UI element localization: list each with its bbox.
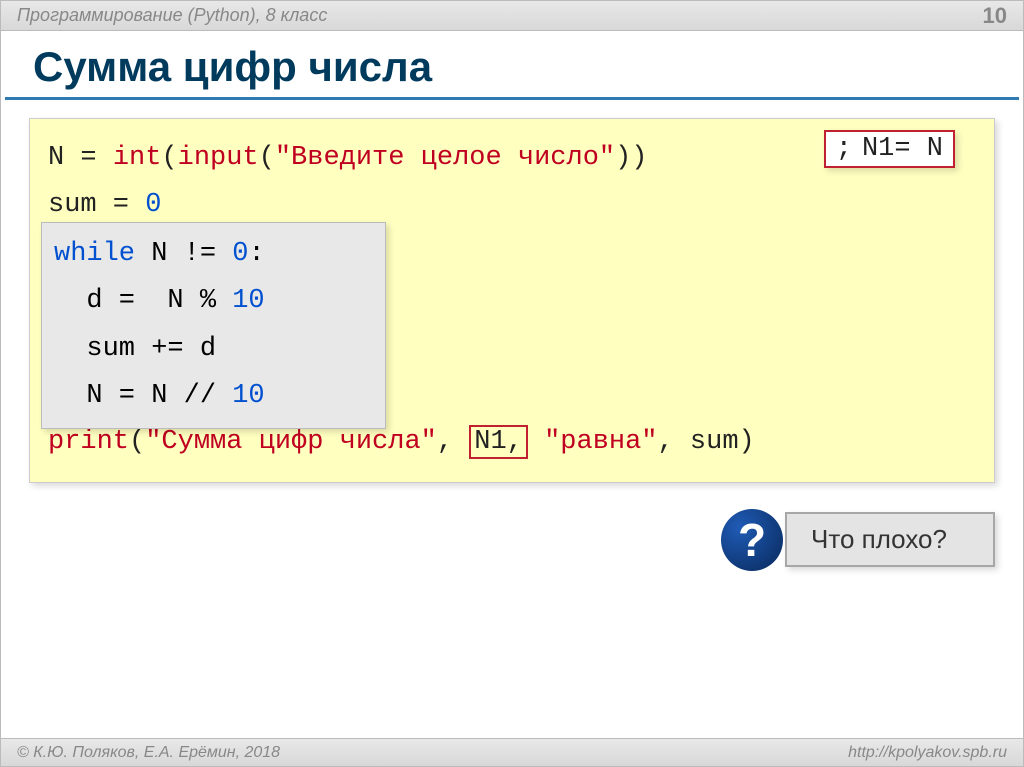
- slide-title: Сумма цифр числа: [5, 31, 1019, 100]
- header-subject: Программирование (Python), 8 класс: [17, 5, 327, 26]
- while-line-3: sum += d: [54, 326, 373, 373]
- while-line-4: N = N // 10: [54, 373, 373, 420]
- while-line-1: while N != 0:: [54, 231, 373, 278]
- while-line-2: d = N % 10: [54, 278, 373, 325]
- footer-copyright: © К.Ю. Поляков, Е.А. Ерёмин, 2018: [17, 744, 280, 762]
- footer-url: http://kpolyakov.spb.ru: [848, 744, 1007, 762]
- question-text: Что плохо?: [785, 512, 995, 567]
- question-mark-icon: ?: [721, 509, 783, 571]
- header-bar: Программирование (Python), 8 класс 10: [1, 1, 1023, 31]
- question-row: ? Что плохо?: [1, 509, 995, 571]
- overlay-n1-assign: ;N1= N: [824, 130, 955, 168]
- highlight-n1: N1,: [469, 425, 528, 459]
- slide: Программирование (Python), 8 класс 10 Су…: [0, 0, 1024, 767]
- page-number: 10: [983, 3, 1007, 29]
- code-box-while: while N != 0: d = N % 10 sum += d N = N …: [41, 222, 386, 429]
- code-area: N = int(input("Введите целое число")) su…: [29, 118, 995, 483]
- footer-bar: © К.Ю. Поляков, Е.А. Ерёмин, 2018 http:/…: [1, 738, 1023, 766]
